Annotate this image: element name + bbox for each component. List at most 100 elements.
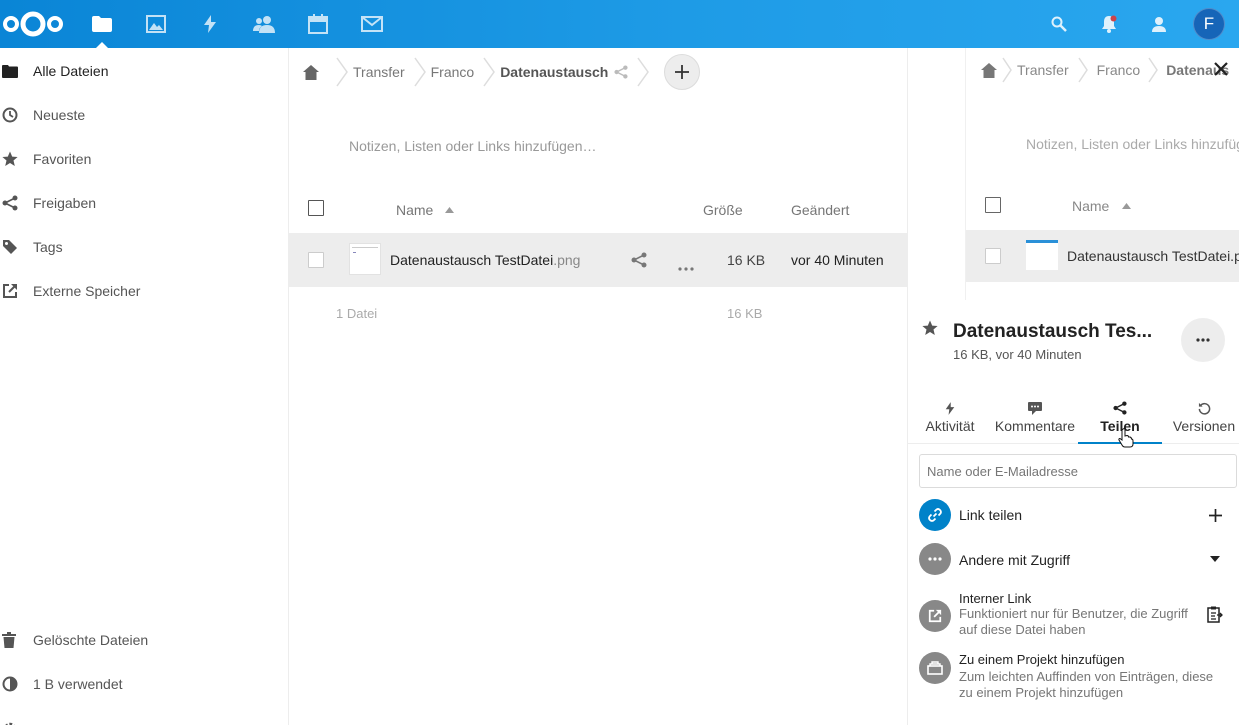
breadcrumb-item[interactable]: Transfer <box>353 48 411 96</box>
clipboard-icon[interactable] <box>1203 598 1227 630</box>
nav-item-quota: 1 B verwendet <box>0 662 288 706</box>
rich-workspace-placeholder[interactable]: Notizen, Listen oder Links hinzufügen… <box>349 138 596 154</box>
share-icon <box>2 195 24 211</box>
preview-row-checkbox <box>985 248 1001 264</box>
preview-crumb: Franco <box>1096 62 1141 78</box>
breadcrumb-separator-icon <box>1077 57 1088 83</box>
breadcrumb-current[interactable]: Datenaustausch <box>500 48 608 96</box>
photos-icon[interactable] <box>131 0 181 48</box>
tag-icon <box>2 239 24 255</box>
nav-item-shares[interactable]: Freigaben <box>0 181 288 225</box>
preview-crumb: Transfer <box>1017 62 1069 78</box>
more-icon <box>919 543 951 575</box>
files-icon[interactable] <box>77 0 127 48</box>
nav-item-label: Tags <box>33 239 63 255</box>
sidebar-more-button[interactable] <box>1181 318 1225 362</box>
nav-item-deleted-files[interactable]: Gelöschte Dateien <box>0 618 288 662</box>
notifications-icon[interactable] <box>1089 0 1129 48</box>
project-icon <box>919 652 951 684</box>
row-checkbox[interactable] <box>308 252 324 268</box>
tab-label: Kommentare <box>994 418 1076 434</box>
column-size[interactable]: Größe <box>703 202 743 218</box>
search-icon[interactable] <box>1039 0 1079 48</box>
nextcloud-logo[interactable] <box>2 8 64 40</box>
nav-item-all-files[interactable]: Alle Dateien <box>0 49 288 93</box>
file-preview: Transfer Franco Datenaus Notizen, Listen… <box>965 48 1239 300</box>
preview-file-name: Datenaustausch TestDatei.pn <box>1067 248 1239 264</box>
preview-breadcrumb: Transfer Franco Datenaus <box>966 48 1239 92</box>
plus-icon <box>675 65 689 79</box>
nav-item-favorites[interactable]: Favoriten <box>0 137 288 181</box>
tab-activity[interactable]: Aktivität <box>914 394 986 444</box>
column-name[interactable]: Name <box>396 202 433 218</box>
file-name[interactable]: Datenaustausch TestDatei.png <box>390 252 580 268</box>
trash-icon <box>2 632 24 648</box>
share-icon[interactable] <box>608 48 634 96</box>
file-extension: .png <box>553 252 581 268</box>
more-actions-icon[interactable] <box>678 258 694 274</box>
nav-item-recent[interactable]: Neueste <box>0 93 288 137</box>
column-modified[interactable]: Geändert <box>791 202 849 218</box>
favorite-star-icon[interactable] <box>922 320 938 339</box>
chevron-down-icon[interactable] <box>1203 543 1227 575</box>
link-share-row: Link teilen <box>919 499 1237 531</box>
project-description: Zum leichten Auffinden von Einträgen, di… <box>959 669 1214 700</box>
preview-thumbnail <box>1026 240 1058 270</box>
breadcrumb-separator-icon <box>413 57 426 87</box>
contacts-icon[interactable] <box>239 0 289 48</box>
file-basename: Datenaustausch TestDatei <box>390 252 554 268</box>
nav-item-external-storage[interactable]: Externe Speicher <box>0 269 288 313</box>
star-icon <box>2 151 24 167</box>
calendar-icon[interactable] <box>293 0 343 48</box>
nav-item-tags[interactable]: Tags <box>0 225 288 269</box>
app-navigation: Alle Dateien Neueste Favoriten Freigaben… <box>0 48 289 725</box>
external-icon <box>919 600 951 632</box>
comment-icon <box>1028 394 1042 418</box>
file-list-area: Transfer Franco Datenaustausch Notizen, … <box>289 48 907 725</box>
link-share-label[interactable]: Link teilen <box>959 507 1022 523</box>
activity-icon[interactable] <box>185 0 235 48</box>
nav-item-settings[interactable] <box>0 707 288 725</box>
summary-count: 1 Datei <box>336 306 378 321</box>
add-link-icon[interactable] <box>1203 499 1227 531</box>
breadcrumb-separator-icon <box>1002 57 1012 83</box>
folder-icon <box>2 64 24 78</box>
avatar[interactable]: F <box>1193 8 1225 40</box>
internal-link-title: Interner Link <box>959 591 1032 606</box>
table-row[interactable]: Datenaustausch TestDatei.png 16 KB vor 4… <box>289 233 907 287</box>
mail-icon[interactable] <box>347 0 397 48</box>
nav-item-label: Neueste <box>33 107 86 123</box>
sidebar-subtitle: 16 KB, vor 40 Minuten <box>953 347 1082 362</box>
clock-icon <box>2 107 24 123</box>
activity-icon <box>945 394 955 418</box>
share-with-input[interactable] <box>919 454 1237 488</box>
share-icon <box>1113 394 1127 418</box>
breadcrumb-separator-icon <box>1148 57 1159 83</box>
file-thumbnail <box>349 243 381 275</box>
nav-item-label: Externe Speicher <box>33 283 141 299</box>
sidebar-tabs: Aktivität Kommentare Teilen Versionen <box>908 394 1239 444</box>
new-file-button[interactable] <box>664 54 700 90</box>
sidebar-title: Datenaustausch Tes... <box>953 321 1153 342</box>
quota-icon <box>2 676 24 692</box>
breadcrumb-separator-icon <box>637 57 650 87</box>
mouse-cursor-icon <box>1118 428 1134 451</box>
share-icon[interactable] <box>631 252 647 271</box>
close-icon[interactable] <box>1214 62 1234 82</box>
tab-comments[interactable]: Kommentare <box>992 394 1078 444</box>
file-size: 16 KB <box>727 252 766 268</box>
breadcrumb-item[interactable]: Franco <box>431 48 481 96</box>
preview-checkbox <box>985 197 1001 213</box>
internal-link-description: Funktioniert nur für Benutzer, die Zugri… <box>959 606 1188 637</box>
breadcrumb: Transfer Franco Datenaustausch <box>289 48 654 96</box>
tab-label: Aktivität <box>925 418 975 434</box>
contacts-menu-icon[interactable] <box>1139 0 1179 48</box>
others-access-row[interactable]: Andere mit Zugriff <box>919 543 1237 575</box>
home-icon[interactable] <box>289 48 333 96</box>
top-bar: F <box>0 0 1239 48</box>
project-title: Zu einem Projekt hinzufügen <box>959 652 1125 667</box>
add-to-project-row[interactable]: Zu einem Projekt hinzufügen Zum leichten… <box>919 652 1237 708</box>
tab-versions[interactable]: Versionen <box>1168 394 1239 444</box>
select-all-checkbox[interactable] <box>308 200 324 216</box>
nav-item-label: 1 B verwendet <box>33 676 123 692</box>
